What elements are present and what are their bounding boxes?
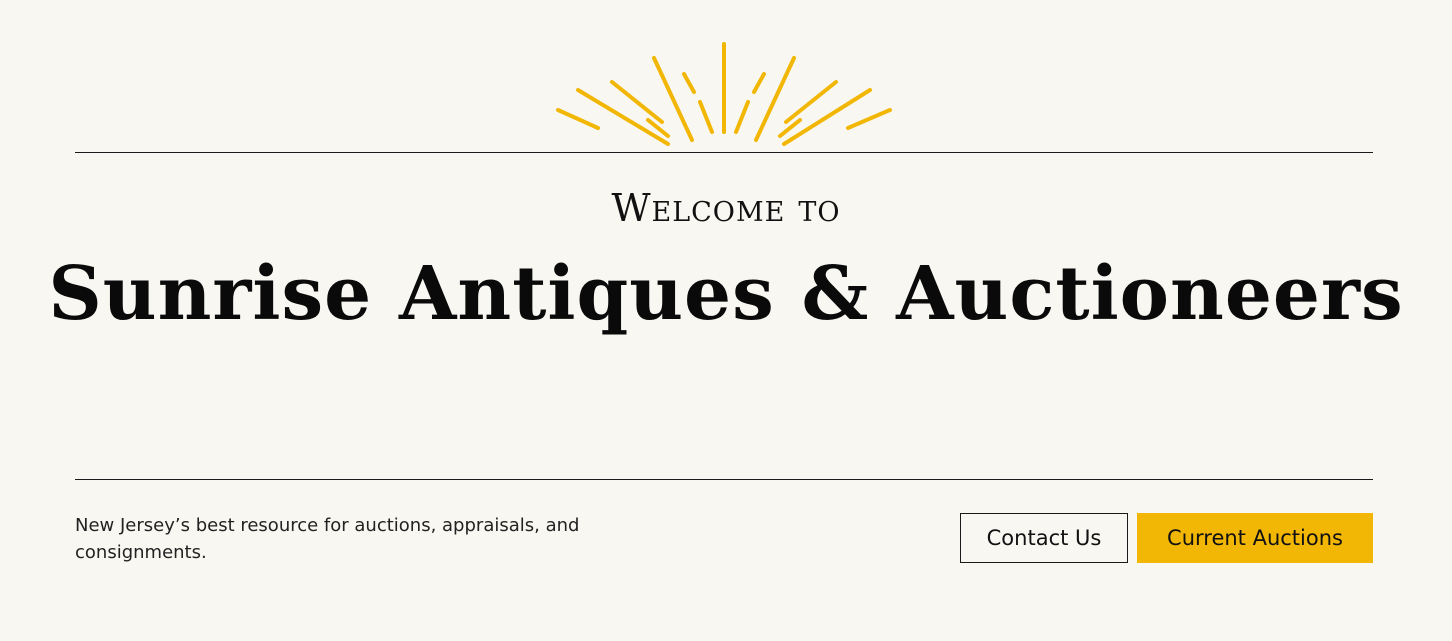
- hero-section: Welcome to Sunrise Antiques & Auctioneer…: [0, 0, 1452, 641]
- contact-us-button[interactable]: Contact Us: [960, 513, 1128, 563]
- sunburst-icon: [556, 42, 892, 146]
- current-auctions-button[interactable]: Current Auctions: [1137, 513, 1373, 563]
- bottom-divider: [75, 479, 1373, 480]
- page-title: Sunrise Antiques & Auctioneers: [48, 251, 1404, 337]
- tagline: New Jersey’s best resource for auctions,…: [75, 515, 580, 563]
- welcome-heading: Welcome to: [611, 186, 841, 230]
- top-divider: [75, 152, 1373, 153]
